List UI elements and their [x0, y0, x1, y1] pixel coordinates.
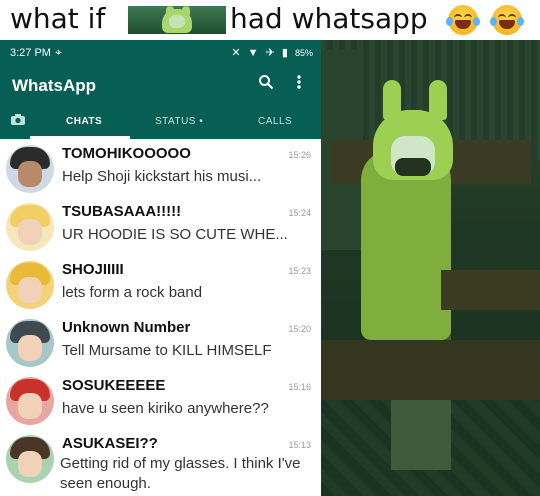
- status-icons: ✕ ▼ ✈ ▮ 85%: [231, 46, 313, 59]
- hooded-girl-thumbnail-icon: [128, 6, 226, 34]
- chat-row[interactable]: SHOJIIIII 15:23 lets form a rock band: [0, 256, 321, 314]
- meme-caption: what if had whatsapp: [0, 0, 540, 40]
- face-with-tears-of-joy-icon: [490, 5, 524, 35]
- tab-chats[interactable]: CHATS: [66, 116, 102, 127]
- chat-name: ASUKASEI??: [62, 435, 158, 452]
- desk: [441, 270, 540, 310]
- active-tab-indicator: [30, 136, 130, 139]
- thumbnail-face: [169, 15, 185, 28]
- chat-preview: UR HOODIE IS SO CUTE WHE...: [62, 226, 288, 243]
- more-vert-icon[interactable]: [296, 74, 302, 95]
- face-mask: [395, 158, 431, 176]
- chat-preview: have u seen kiriko anywhere??: [62, 400, 269, 417]
- anime-girl-illustration: [321, 40, 540, 496]
- avatar: [6, 319, 54, 367]
- chat-name: TOMOHIKOOOOO: [62, 145, 191, 162]
- chat-time: 15:23: [288, 266, 311, 276]
- chat-row[interactable]: ASUKASEI?? 15:13 Getting rid of my glass…: [0, 430, 321, 496]
- chat-time: 15:20: [288, 324, 311, 334]
- app-bar: WhatsApp: [0, 66, 321, 106]
- avatar: [6, 261, 54, 309]
- usb-icon: ⌖: [55, 45, 62, 59]
- phone-screenshot: 3:27 PM ⌖ ✕ ▼ ✈ ▮ 85% WhatsApp CHATS STA…: [0, 40, 321, 496]
- chat-name: Unknown Number: [62, 319, 191, 336]
- camera-icon[interactable]: [10, 113, 26, 129]
- app-title: WhatsApp: [12, 76, 97, 95]
- chat-name: SOSUKEEEEE: [62, 377, 166, 394]
- chat-preview: lets form a rock band: [62, 284, 203, 301]
- chat-preview: Help Shoji kickstart his musi...: [62, 168, 262, 185]
- search-icon[interactable]: [258, 74, 274, 95]
- desk: [321, 340, 540, 400]
- caption-text-after: had whatsapp: [230, 2, 428, 35]
- chat-row[interactable]: TSUBASAAA!!!!! 15:24 UR HOODIE IS SO CUT…: [0, 198, 321, 256]
- avatar: [6, 145, 54, 193]
- chat-preview: Getting rid of my glasses. I think I've …: [60, 455, 301, 492]
- chat-time: 15:26: [288, 150, 311, 160]
- chat-preview: Tell Mursame to KILL HIMSELF: [62, 342, 272, 359]
- tab-bar: CHATS STATUS • CALLS: [0, 106, 321, 139]
- face-with-tears-of-joy-icon: [446, 5, 480, 35]
- chat-name: TSUBASAAA!!!!!: [62, 203, 182, 220]
- status-time: 3:27 PM: [10, 47, 51, 59]
- chat-time: 15:16: [288, 382, 311, 392]
- chat-name: SHOJIIIII: [62, 261, 124, 278]
- chat-time: 15:13: [288, 440, 311, 450]
- chat-row[interactable]: SOSUKEEEEE 15:16 have u seen kiriko anyw…: [0, 372, 321, 430]
- avatar: [6, 203, 54, 251]
- status-right-icons: ✕ ▼ ✈ ▮: [231, 47, 290, 59]
- caption-text-before: what if: [10, 2, 106, 35]
- avatar: [6, 435, 54, 483]
- battery-percent: 85%: [294, 48, 313, 58]
- status-bar: 3:27 PM ⌖ ✕ ▼ ✈ ▮ 85%: [0, 40, 321, 66]
- tab-status[interactable]: STATUS •: [155, 116, 203, 127]
- chat-time: 15:24: [288, 208, 311, 218]
- chat-row[interactable]: TOMOHIKOOOOO 15:26 Help Shoji kickstart …: [0, 140, 321, 198]
- avatar: [6, 377, 54, 425]
- chat-row[interactable]: Unknown Number 15:20 Tell Mursame to KIL…: [0, 314, 321, 372]
- tab-calls[interactable]: CALLS: [258, 116, 292, 127]
